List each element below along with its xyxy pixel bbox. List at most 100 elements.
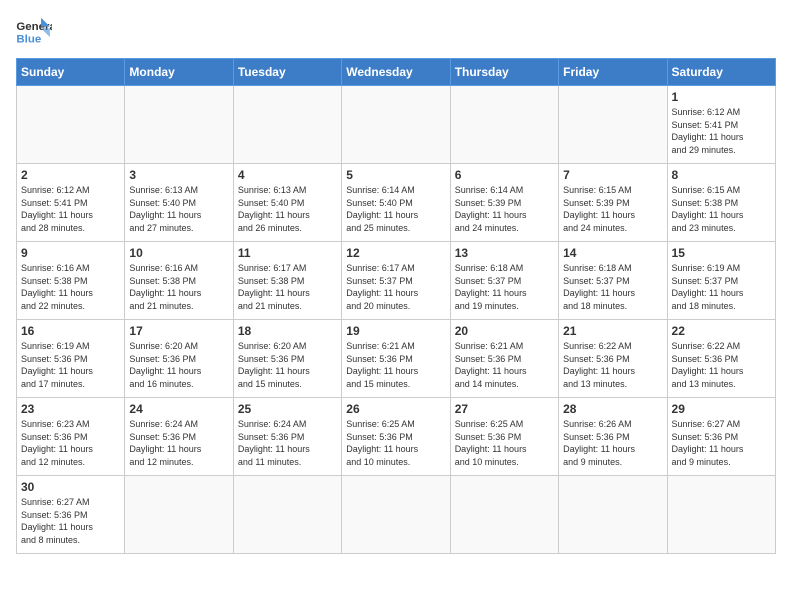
calendar-header-row: SundayMondayTuesdayWednesdayThursdayFrid… [17, 59, 776, 86]
day-number: 20 [455, 324, 554, 338]
calendar-cell: 10Sunrise: 6:16 AM Sunset: 5:38 PM Dayli… [125, 242, 233, 320]
day-number: 12 [346, 246, 445, 260]
day-info: Sunrise: 6:15 AM Sunset: 5:39 PM Dayligh… [563, 184, 662, 234]
calendar-cell [125, 476, 233, 554]
svg-text:Blue: Blue [16, 33, 41, 45]
day-info: Sunrise: 6:17 AM Sunset: 5:38 PM Dayligh… [238, 262, 337, 312]
day-number: 25 [238, 402, 337, 416]
day-number: 16 [21, 324, 120, 338]
day-number: 9 [21, 246, 120, 260]
weekday-header-tuesday: Tuesday [233, 59, 341, 86]
day-info: Sunrise: 6:12 AM Sunset: 5:41 PM Dayligh… [21, 184, 120, 234]
calendar-cell: 13 Sunrise: 6:18 AM Sunset: 5:37 PM Dayli… [450, 242, 558, 320]
weekday-header-saturday: Saturday [667, 59, 775, 86]
week-row-3: 16Sunrise: 6:19 AM Sunset: 5:36 PM Dayli… [17, 320, 776, 398]
day-info: Sunrise: 6:12 AM Sunset: 5:41 PM Dayligh… [672, 106, 771, 156]
day-info: Sunrise: 6:24 AM Sunset: 5:36 PM Dayligh… [129, 418, 228, 468]
calendar-cell [233, 476, 341, 554]
day-number: 2 [21, 168, 120, 182]
calendar-cell: 16Sunrise: 6:19 AM Sunset: 5:36 PM Dayli… [17, 320, 125, 398]
calendar-cell [559, 86, 667, 164]
calendar-cell: 20 Sunrise: 6:21 AM Sunset: 5:36 PM Dayli… [450, 320, 558, 398]
calendar-cell: 24 Sunrise: 6:24 AM Sunset: 5:36 PM Dayli… [125, 398, 233, 476]
weekday-header-friday: Friday [559, 59, 667, 86]
day-number: 18 [238, 324, 337, 338]
day-number: 13 [455, 246, 554, 260]
calendar-cell: 7Sunrise: 6:15 AM Sunset: 5:39 PM Daylig… [559, 164, 667, 242]
day-number: 15 [672, 246, 771, 260]
day-number: 11 [238, 246, 337, 260]
weekday-header-thursday: Thursday [450, 59, 558, 86]
day-number: 28 [563, 402, 662, 416]
calendar-cell: 6 Sunrise: 6:14 AM Sunset: 5:39 PM Daylig… [450, 164, 558, 242]
day-number: 24 [129, 402, 228, 416]
day-info: Sunrise: 6:14 AM Sunset: 5:39 PM Dayligh… [455, 184, 554, 234]
calendar-cell: 14 Sunrise: 6:18 AM Sunset: 5:37 PM Dayli… [559, 242, 667, 320]
week-row-0: 1 Sunrise: 6:12 AM Sunset: 5:41 PM Daylig… [17, 86, 776, 164]
day-info: Sunrise: 6:14 AM Sunset: 5:40 PM Dayligh… [346, 184, 445, 234]
calendar-cell: 23Sunrise: 6:23 AM Sunset: 5:36 PM Dayli… [17, 398, 125, 476]
day-info: Sunrise: 6:21 AM Sunset: 5:36 PM Dayligh… [455, 340, 554, 390]
calendar-cell: 28Sunrise: 6:26 AM Sunset: 5:36 PM Dayli… [559, 398, 667, 476]
calendar-cell: 26 Sunrise: 6:25 AM Sunset: 5:36 PM Dayli… [342, 398, 450, 476]
day-number: 27 [455, 402, 554, 416]
day-number: 23 [21, 402, 120, 416]
day-info: Sunrise: 6:24 AM Sunset: 5:36 PM Dayligh… [238, 418, 337, 468]
calendar-cell: 3 Sunrise: 6:13 AM Sunset: 5:40 PM Daylig… [125, 164, 233, 242]
day-number: 29 [672, 402, 771, 416]
calendar-cell [125, 86, 233, 164]
calendar-cell: 18 Sunrise: 6:20 AM Sunset: 5:36 PM Dayli… [233, 320, 341, 398]
page-header: General Blue [16, 16, 776, 46]
day-info: Sunrise: 6:17 AM Sunset: 5:37 PM Dayligh… [346, 262, 445, 312]
day-info: Sunrise: 6:20 AM Sunset: 5:36 PM Dayligh… [238, 340, 337, 390]
day-number: 6 [455, 168, 554, 182]
day-number: 10 [129, 246, 228, 260]
day-number: 30 [21, 480, 120, 494]
day-info: Sunrise: 6:22 AM Sunset: 5:36 PM Dayligh… [563, 340, 662, 390]
day-number: 19 [346, 324, 445, 338]
calendar-cell [17, 86, 125, 164]
calendar-cell: 11 Sunrise: 6:17 AM Sunset: 5:38 PM Dayli… [233, 242, 341, 320]
week-row-5: 30 Sunrise: 6:27 AM Sunset: 5:36 PM Dayli… [17, 476, 776, 554]
day-number: 1 [672, 90, 771, 104]
day-info: Sunrise: 6:22 AM Sunset: 5:36 PM Dayligh… [672, 340, 771, 390]
calendar-cell [233, 86, 341, 164]
calendar-cell: 8Sunrise: 6:15 AM Sunset: 5:38 PM Daylig… [667, 164, 775, 242]
calendar-table: SundayMondayTuesdayWednesdayThursdayFrid… [16, 58, 776, 554]
day-number: 14 [563, 246, 662, 260]
calendar-cell: 21 Sunrise: 6:22 AM Sunset: 5:36 PM Dayli… [559, 320, 667, 398]
calendar-cell: 30 Sunrise: 6:27 AM Sunset: 5:36 PM Dayli… [17, 476, 125, 554]
day-info: Sunrise: 6:27 AM Sunset: 5:36 PM Dayligh… [21, 496, 120, 546]
day-number: 21 [563, 324, 662, 338]
calendar-cell: 12 Sunrise: 6:17 AM Sunset: 5:37 PM Dayli… [342, 242, 450, 320]
calendar-cell: 25 Sunrise: 6:24 AM Sunset: 5:36 PM Dayli… [233, 398, 341, 476]
day-info: Sunrise: 6:25 AM Sunset: 5:36 PM Dayligh… [346, 418, 445, 468]
week-row-1: 2 Sunrise: 6:12 AM Sunset: 5:41 PM Daylig… [17, 164, 776, 242]
calendar-cell: 9Sunrise: 6:16 AM Sunset: 5:38 PM Daylig… [17, 242, 125, 320]
day-number: 3 [129, 168, 228, 182]
day-info: Sunrise: 6:15 AM Sunset: 5:38 PM Dayligh… [672, 184, 771, 234]
day-info: Sunrise: 6:18 AM Sunset: 5:37 PM Dayligh… [563, 262, 662, 312]
calendar-cell [667, 476, 775, 554]
week-row-2: 9Sunrise: 6:16 AM Sunset: 5:38 PM Daylig… [17, 242, 776, 320]
calendar-cell: 27 Sunrise: 6:25 AM Sunset: 5:36 PM Dayli… [450, 398, 558, 476]
week-row-4: 23Sunrise: 6:23 AM Sunset: 5:36 PM Dayli… [17, 398, 776, 476]
weekday-header-sunday: Sunday [17, 59, 125, 86]
day-number: 5 [346, 168, 445, 182]
calendar-cell: 29 Sunrise: 6:27 AM Sunset: 5:36 PM Dayli… [667, 398, 775, 476]
calendar-cell [450, 86, 558, 164]
day-info: Sunrise: 6:18 AM Sunset: 5:37 PM Dayligh… [455, 262, 554, 312]
calendar-cell [559, 476, 667, 554]
day-info: Sunrise: 6:25 AM Sunset: 5:36 PM Dayligh… [455, 418, 554, 468]
day-info: Sunrise: 6:19 AM Sunset: 5:37 PM Dayligh… [672, 262, 771, 312]
calendar-cell: 15 Sunrise: 6:19 AM Sunset: 5:37 PM Dayli… [667, 242, 775, 320]
day-number: 26 [346, 402, 445, 416]
day-info: Sunrise: 6:13 AM Sunset: 5:40 PM Dayligh… [238, 184, 337, 234]
day-info: Sunrise: 6:20 AM Sunset: 5:36 PM Dayligh… [129, 340, 228, 390]
logo: General Blue [16, 16, 58, 46]
calendar-cell: 4Sunrise: 6:13 AM Sunset: 5:40 PM Daylig… [233, 164, 341, 242]
day-info: Sunrise: 6:27 AM Sunset: 5:36 PM Dayligh… [672, 418, 771, 468]
weekday-header-wednesday: Wednesday [342, 59, 450, 86]
day-info: Sunrise: 6:13 AM Sunset: 5:40 PM Dayligh… [129, 184, 228, 234]
calendar-cell [342, 86, 450, 164]
